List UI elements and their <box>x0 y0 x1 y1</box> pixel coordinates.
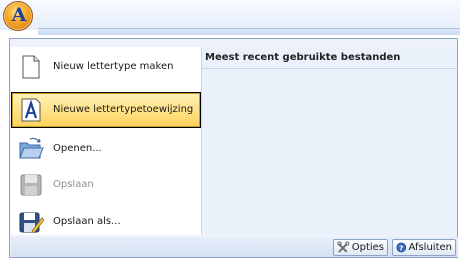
menu-item-label: Nieuw lettertype maken <box>53 61 174 72</box>
menu-item-label: Openen... <box>53 143 102 154</box>
menu-item-label: Opslaan als... <box>53 216 121 227</box>
menu-footer: Opties ? Afsluiten <box>11 237 458 257</box>
save-disk-icon <box>20 174 42 196</box>
ribbon-strip <box>38 28 460 35</box>
recent-files-header: Meest recent gebruikte bestanden <box>202 47 457 69</box>
menu-item-new-font-assignment[interactable]: Nieuwe lettertypetoewijzing <box>11 92 201 128</box>
menu-item-label: Nieuwe lettertypetoewijzing <box>53 104 194 115</box>
recent-files-pane: Meest recent gebruikte bestanden <box>202 47 457 235</box>
application-menu-button[interactable]: A <box>3 1 33 31</box>
font-assignment-icon <box>21 98 41 122</box>
exit-label: Afsluiten <box>408 242 452 253</box>
options-label: Opties <box>351 242 384 253</box>
font-a-app-icon: A <box>11 4 27 26</box>
menu-item-open[interactable]: Openen... <box>11 131 201 167</box>
command-pane: Nieuw lettertype maken Nieuwe lettertype… <box>11 47 202 235</box>
exit-button[interactable]: ? Afsluiten <box>392 239 456 256</box>
save-as-icon <box>19 212 44 234</box>
exit-icon: ? <box>396 242 407 253</box>
application-menu: Nieuw lettertype maken Nieuwe lettertype… <box>9 38 458 258</box>
menu-item-save[interactable]: Opslaan <box>11 167 201 203</box>
svg-text:?: ? <box>399 243 403 252</box>
menu-item-new-font[interactable]: Nieuw lettertype maken <box>11 49 201 85</box>
menu-item-label: Opslaan <box>53 179 94 190</box>
menu-item-save-as[interactable]: Opslaan als... <box>11 204 201 240</box>
new-document-icon <box>22 55 40 79</box>
open-folder-icon <box>19 137 44 159</box>
options-icon <box>337 241 350 253</box>
options-button[interactable]: Opties <box>333 239 388 256</box>
title-bar <box>0 0 460 30</box>
